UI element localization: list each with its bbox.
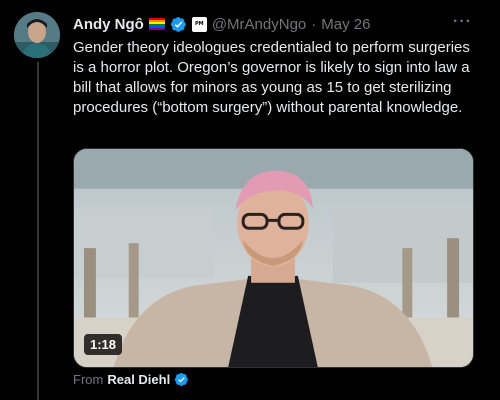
verified-badge-icon [175, 372, 189, 387]
affiliation-badge[interactable]: PM [191, 16, 207, 32]
tweet-text: Gender theory ideologues credentialed to… [73, 39, 470, 116]
tweet-date[interactable]: May 26 [321, 16, 370, 33]
video-thumbnail [74, 149, 473, 367]
verified-badge-icon [170, 16, 186, 32]
more-icon[interactable]: ··· [453, 13, 472, 31]
thread-line [37, 62, 39, 400]
video-duration: 1:18 [84, 334, 123, 355]
tweet[interactable]: Andy Ngô PM @MrAndyNgo · May 26 ··· Gend… [0, 0, 500, 400]
source-attribution: From Real Diehl [73, 372, 189, 387]
author-handle[interactable]: @MrAndyNgo [212, 16, 306, 33]
tweet-header: Andy Ngô PM @MrAndyNgo · May 26 [73, 14, 370, 34]
avatar[interactable] [14, 12, 60, 58]
separator-dot: · [311, 15, 317, 33]
source-name[interactable]: Real Diehl [107, 372, 170, 387]
source-prefix: From [73, 372, 104, 387]
rainbow-flag-icon [148, 18, 165, 30]
video-player[interactable]: 1:18 [73, 148, 474, 368]
author-name[interactable]: Andy Ngô [73, 16, 144, 33]
